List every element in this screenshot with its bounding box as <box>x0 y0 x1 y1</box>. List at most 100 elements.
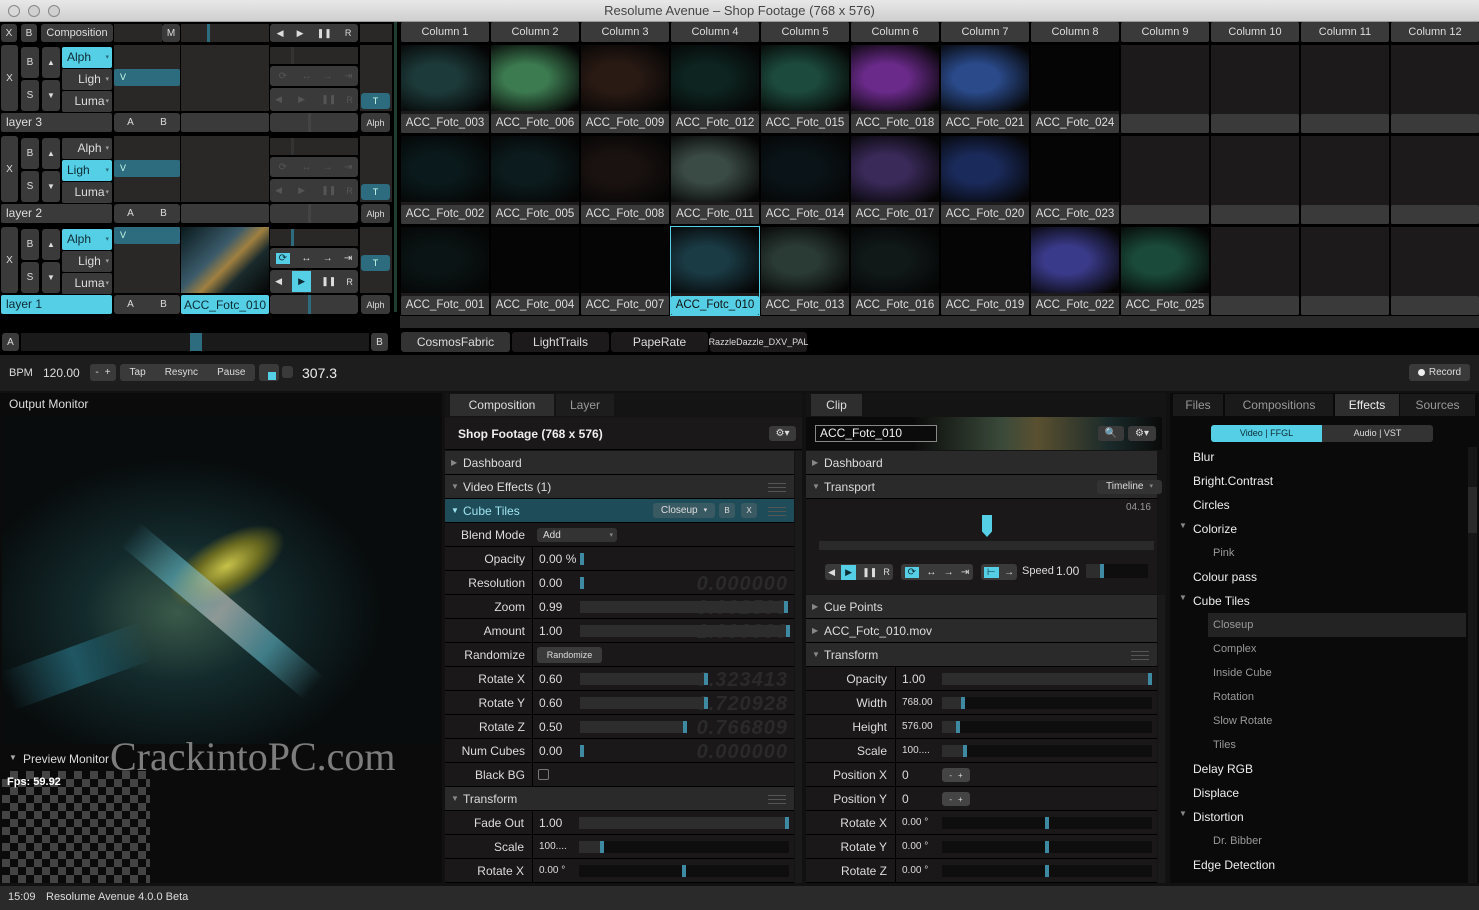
randomize-button[interactable]: Randomize <box>537 647 602 663</box>
layer-name[interactable]: layer 2 <box>1 204 112 223</box>
restart-icon[interactable]: R <box>346 277 353 287</box>
composition-master-button[interactable]: M <box>162 24 180 42</box>
clip-file-section[interactable]: ▶ ACC_Fotc_010.mov <box>806 619 1157 643</box>
layer-transition-blend[interactable]: Alph <box>361 113 390 132</box>
layer-move-up-button[interactable]: ▲ <box>42 229 60 260</box>
transport-mode-dropdown[interactable]: Timeline ▾ <box>1097 480 1162 494</box>
black-bg-checkbox[interactable] <box>538 769 549 780</box>
param-stepper[interactable]: - + <box>942 768 970 782</box>
pause-icon[interactable]: ❚❚ <box>321 94 336 105</box>
clip-slot[interactable]: ACC_Fotc_023 <box>1031 136 1119 224</box>
layer-opacity-slider[interactable] <box>270 229 358 246</box>
param-value[interactable]: 0.00 % <box>539 547 576 571</box>
restart-icon[interactable]: R <box>346 95 353 105</box>
play-forward-icon[interactable]: ▶ <box>292 180 311 201</box>
param-value[interactable]: 0.00 ° <box>902 835 928 859</box>
layer-solo-button[interactable]: S <box>21 262 39 293</box>
param-slider[interactable] <box>580 577 790 589</box>
effect-list-item[interactable]: Rotation <box>1208 685 1466 709</box>
param-slider[interactable] <box>579 841 789 853</box>
play-backward-icon[interactable]: ◀ <box>828 567 835 578</box>
browser-tab-effects[interactable]: Effects <box>1335 394 1399 416</box>
column-header-4[interactable]: Column 4 <box>671 22 759 42</box>
prev-icon[interactable]: ◀ <box>277 28 284 39</box>
param-value[interactable]: 100.... <box>902 739 930 763</box>
browser-tab-sources[interactable]: Sources <box>1400 394 1475 416</box>
param-value[interactable]: 0 <box>902 787 909 811</box>
param-value[interactable]: 0.60 <box>539 667 562 691</box>
layer-transition-toggle[interactable]: T <box>361 184 390 200</box>
param-value[interactable]: 100.... <box>539 835 567 859</box>
crossfade-b-button[interactable]: B <box>160 208 167 219</box>
play-once-icon[interactable]: → <box>323 71 333 82</box>
column-header-11[interactable]: Column 11 <box>1301 22 1389 42</box>
layer-transition-blend[interactable]: Alph <box>361 204 390 223</box>
zoom-window-button[interactable] <box>48 5 60 17</box>
column-header-3[interactable]: Column 3 <box>581 22 669 42</box>
cue-points-section[interactable]: ▶ Cue Points <box>806 595 1157 619</box>
layer-move-down-button[interactable]: ▼ <box>42 171 60 202</box>
param-value[interactable]: 0.50 <box>539 715 562 739</box>
deck-tab-razzledazzle[interactable]: RazzleDazzle_DXV_PAL <box>709 332 808 352</box>
slider-handle[interactable] <box>580 553 584 565</box>
increment-icon[interactable]: + <box>958 771 963 780</box>
crossfade-a-button[interactable]: A <box>127 208 134 219</box>
clip-slot[interactable]: ACC_Fotc_013 <box>761 227 849 315</box>
effect-list-item[interactable]: Colour pass <box>1170 565 1466 589</box>
clip-slot[interactable]: ACC_Fotc_003 <box>401 45 489 133</box>
layer-bypass-button[interactable]: B <box>21 138 39 169</box>
empty-clip-slot[interactable] <box>1391 227 1479 315</box>
empty-clip-slot[interactable] <box>1211 227 1299 315</box>
param-slider[interactable] <box>580 721 790 733</box>
param-value[interactable]: 0 <box>902 763 909 787</box>
slider-handle[interactable] <box>1045 817 1049 829</box>
layer-transition-toggle[interactable]: T <box>361 93 390 109</box>
slider-handle[interactable] <box>704 697 708 709</box>
decrement-icon[interactable]: - <box>949 795 952 804</box>
slider-handle[interactable] <box>600 841 604 853</box>
clip-name-field[interactable]: ACC_Fotc_010 <box>815 425 937 442</box>
loop-icon[interactable]: ⟳ <box>276 162 290 173</box>
param-slider[interactable] <box>580 745 790 757</box>
layer-move-down-button[interactable]: ▼ <box>42 80 60 111</box>
param-value[interactable]: 1.00 <box>539 619 562 643</box>
column-header-7[interactable]: Column 7 <box>941 22 1029 42</box>
layer-clear-button[interactable]: X <box>1 227 18 293</box>
column-header-12[interactable]: Column 12 <box>1391 22 1479 42</box>
column-header-5[interactable]: Column 5 <box>761 22 849 42</box>
composition-settings-button[interactable]: ⚙▾ <box>769 426 796 441</box>
timeline-mode-icon[interactable]: ⊢ <box>983 566 999 578</box>
layer-position-slider[interactable] <box>270 295 358 314</box>
composition-panel-scrollbar[interactable] <box>795 451 802 883</box>
drag-handle-icon[interactable] <box>768 483 786 492</box>
clip-slot[interactable]: ACC_Fotc_010 <box>670 226 760 316</box>
browser-tab-files[interactable]: Files <box>1173 394 1223 416</box>
column-header-1[interactable]: Column 1 <box>401 22 489 42</box>
clip-slot[interactable]: ACC_Fotc_020 <box>941 136 1029 224</box>
tap-button[interactable]: Tap <box>130 367 146 378</box>
slider-handle[interactable] <box>784 601 788 613</box>
play-once-hold-icon[interactable]: ⇥ <box>344 162 352 173</box>
play-once-icon[interactable]: → <box>323 162 333 173</box>
clip-slot[interactable]: ACC_Fotc_002 <box>401 136 489 224</box>
layer-blend-option-ligh[interactable]: Ligh ▾ <box>62 160 112 181</box>
tab-layer[interactable]: Layer <box>556 394 614 416</box>
composition-transport[interactable]: ◀ ▶ ❚❚ R <box>270 24 358 42</box>
effect-bypass-button[interactable]: B <box>719 503 735 518</box>
effect-list-item[interactable]: Slow Rotate <box>1208 709 1466 733</box>
composition-transform-section[interactable]: ▼ Transform <box>445 787 794 811</box>
effects-list-scrollbar[interactable] <box>1468 447 1477 883</box>
decrement-icon[interactable]: - <box>949 771 952 780</box>
layer-move-up-button[interactable]: ▲ <box>42 138 60 169</box>
loop-icon[interactable]: ⟳ <box>275 252 291 264</box>
layer-move-down-button[interactable]: ▼ <box>42 262 60 293</box>
play-once-hold-icon[interactable]: ⇥ <box>344 253 352 264</box>
clip-slot[interactable]: ACC_Fotc_025 <box>1121 227 1209 315</box>
slider-handle[interactable] <box>580 745 584 757</box>
tab-clip[interactable]: Clip <box>811 394 862 416</box>
drag-handle-icon[interactable] <box>768 507 786 516</box>
param-value[interactable]: 0.00 ° <box>902 859 928 883</box>
slider-handle[interactable] <box>785 817 789 829</box>
record-button[interactable]: Record <box>1409 364 1470 381</box>
layer-position-slider[interactable] <box>270 113 358 132</box>
